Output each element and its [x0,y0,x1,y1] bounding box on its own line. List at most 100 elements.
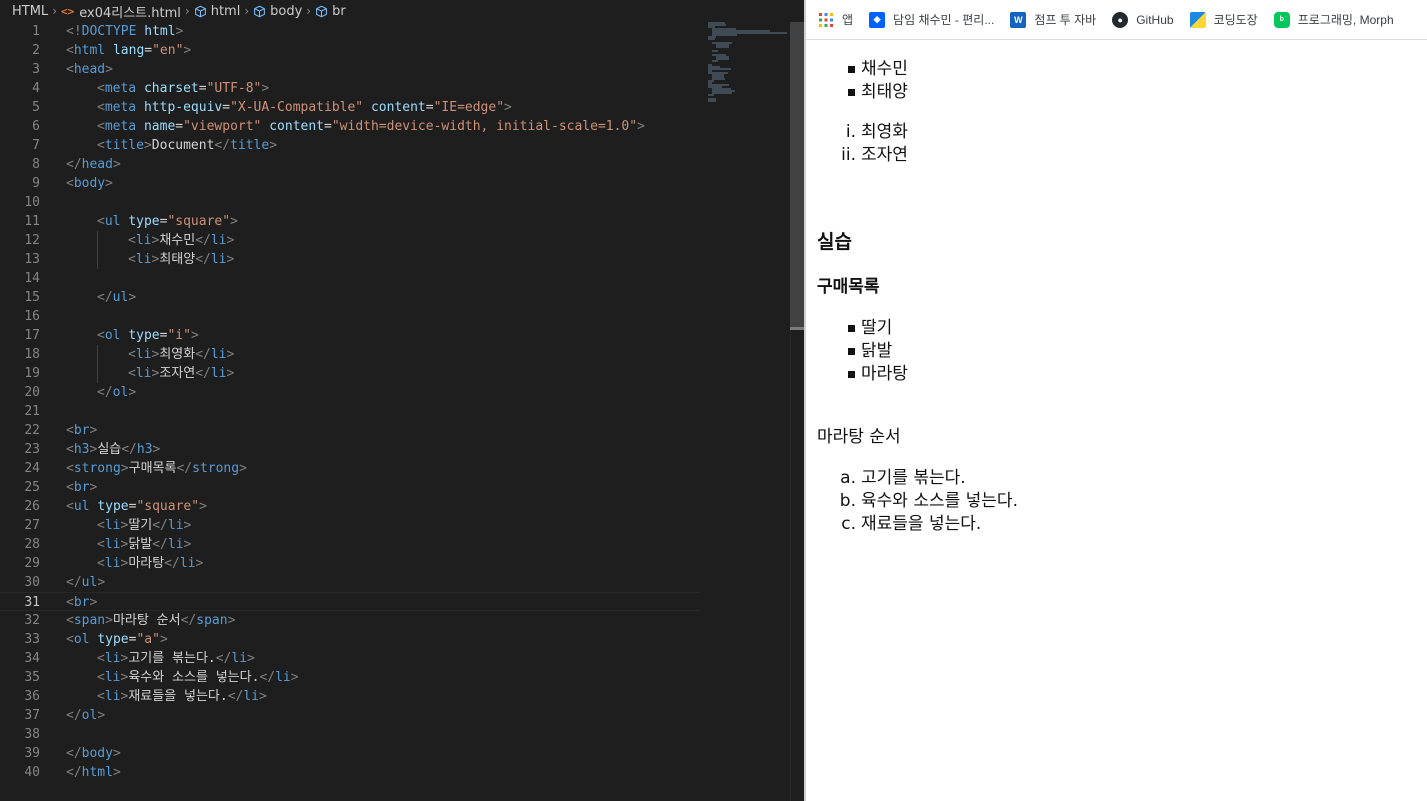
code-token: strong [192,461,240,476]
code-editor[interactable]: HTML › <> ex04리스트.html › html › body › b… [0,0,804,801]
code-token: > [120,461,129,476]
code-line[interactable]: 17 <ol type="i"> [0,326,700,345]
code-line[interactable]: 30 </ul> [0,573,700,592]
code-token: </ [152,518,168,533]
code-token: > [195,556,204,571]
code-token: > [128,385,137,400]
code-token: < [97,537,105,552]
code-token: Document [151,138,215,153]
bookmark-dropbox[interactable]: ◆ 담임 채수민 - 편리... [869,11,994,28]
code-line[interactable]: 40 </html> [0,763,700,782]
code-line[interactable]: 34 <li>고기를 볶는다.</li> [0,649,700,668]
code-token: 조자연 [159,366,196,381]
code-line[interactable]: 37 </ol> [0,706,700,725]
code-line[interactable]: 14 [0,269,700,288]
minimap-line [712,60,718,62]
code-line[interactable]: 10 [0,193,700,212]
square-bullet [848,66,855,73]
code-area[interactable]: 1 <!DOCTYPE html> 2 <html lang="en"> 3 <head>… [0,22,700,801]
bookmark-programming-blog[interactable]: b 프로그래밍, Morph [1273,11,1394,28]
code-line[interactable]: 1 <!DOCTYPE html> [0,22,700,41]
code-token: = [144,43,153,58]
code-line[interactable]: 36 <li>재료들을 넣는다.</li> [0,687,700,706]
bookmark-coding-dojang[interactable]: 코딩도장 [1189,11,1258,28]
code-line[interactable]: 35 <li>육수와 소스를 넣는다.</li> [0,668,700,687]
list-item: 고기를 볶는다. [861,468,966,488]
breadcrumb-br[interactable]: br [315,4,346,19]
line-number: 22 [24,423,40,438]
code-token: 재료들을 넣는다. [128,689,228,704]
indent-guide [97,250,98,269]
line-number: 24 [24,461,40,476]
line-number: 12 [24,233,40,248]
code-line[interactable]: 19 <li>조자연</li> [0,364,700,383]
line-number: 28 [24,537,40,552]
code-token: > [226,347,235,362]
code-line[interactable]: 27 <li>딸기</li> [0,516,700,535]
code-token: body [73,176,106,191]
code-line[interactable]: 11 <ul type="square"> [0,212,700,231]
code-line[interactable]: 22 <br> [0,421,700,440]
code-token: name [143,119,176,134]
breadcrumb-file[interactable]: <> ex04리스트.html [61,2,181,21]
code-token: < [128,347,136,362]
breadcrumb-language[interactable]: HTML [12,4,48,19]
scrollbar-thumb[interactable] [790,22,804,330]
code-token: li [135,347,152,362]
breadcrumb-body[interactable]: body [253,4,302,19]
code-token: type [128,214,160,229]
minimap-line [712,50,718,52]
code-line[interactable]: 23 <h3>실습</h3> [0,440,700,459]
code-line[interactable]: 2 <html lang="en"> [0,41,700,60]
code-line[interactable]: 13 <li>최태양</li> [0,250,700,269]
code-line[interactable]: 38 [0,725,700,744]
code-token: head [73,62,106,77]
scrollbar-cursor-marker [790,327,804,330]
code-line[interactable]: 33 <ol type="a"> [0,630,700,649]
code-line[interactable]: 25 <br> [0,478,700,497]
code-line[interactable]: 18 <li>최영화</li> [0,345,700,364]
code-token: > [226,252,235,267]
bookmark-github[interactable]: ● GitHub [1112,11,1174,28]
code-line[interactable]: 8 </head> [0,155,700,174]
code-line[interactable]: 31 <br> [0,592,700,611]
code-line[interactable]: 7 <title>Document</title> [0,136,700,155]
code-line[interactable]: 16 [0,307,700,326]
code-line[interactable]: 3 <head> [0,60,700,79]
code-line[interactable]: 12 <li>채수민</li> [0,231,700,250]
code-line[interactable]: 4 <meta charset="UTF-8"> [0,79,700,98]
code-token: > [504,100,512,115]
line-number: 8 [32,157,40,172]
code-line[interactable]: 5 <meta http-equiv="X-UA-Compatible" cont… [0,98,700,117]
code-token: 최태양 [159,252,196,267]
code-line[interactable]: 24 <strong>구매목록</strong> [0,459,700,478]
code-text: <li>최영화</li> [128,345,234,364]
code-line[interactable]: 32 <span>마라탕 순서</span> [0,611,700,630]
code-line[interactable]: 21 [0,402,700,421]
code-line[interactable]: 29 <li>마라탕</li> [0,554,700,573]
bookmark-jump-to-java[interactable]: W 점프 투 자바 [1010,11,1096,28]
code-token: < [97,81,105,96]
line-number: 14 [24,271,40,286]
code-line[interactable]: 15 </ul> [0,288,700,307]
code-token: </ [180,613,197,628]
code-token: < [66,461,74,476]
code-line[interactable]: 39 </body> [0,744,700,763]
breadcrumb-html[interactable]: html [194,4,240,19]
blog-icon: b [1273,11,1290,28]
line-number: 30 [24,575,40,590]
code-line[interactable]: 9 <body> [0,174,700,193]
bookmark-apps[interactable]: 앱 [818,11,853,28]
code-line[interactable]: 6 <meta name="viewport" content="width=de… [0,117,700,136]
code-token: < [128,233,136,248]
minimap[interactable] [700,22,790,801]
line-number: 1 [32,24,40,39]
code-line[interactable]: 20 </ol> [0,383,700,402]
code-line[interactable]: 26 <ul type="square"> [0,497,700,516]
code-token: < [66,613,74,628]
line-number: 9 [32,176,40,191]
apps-grid-icon [819,12,833,27]
line-number: 25 [24,480,40,495]
code-line[interactable]: 28 <li>닭발</li> [0,535,700,554]
